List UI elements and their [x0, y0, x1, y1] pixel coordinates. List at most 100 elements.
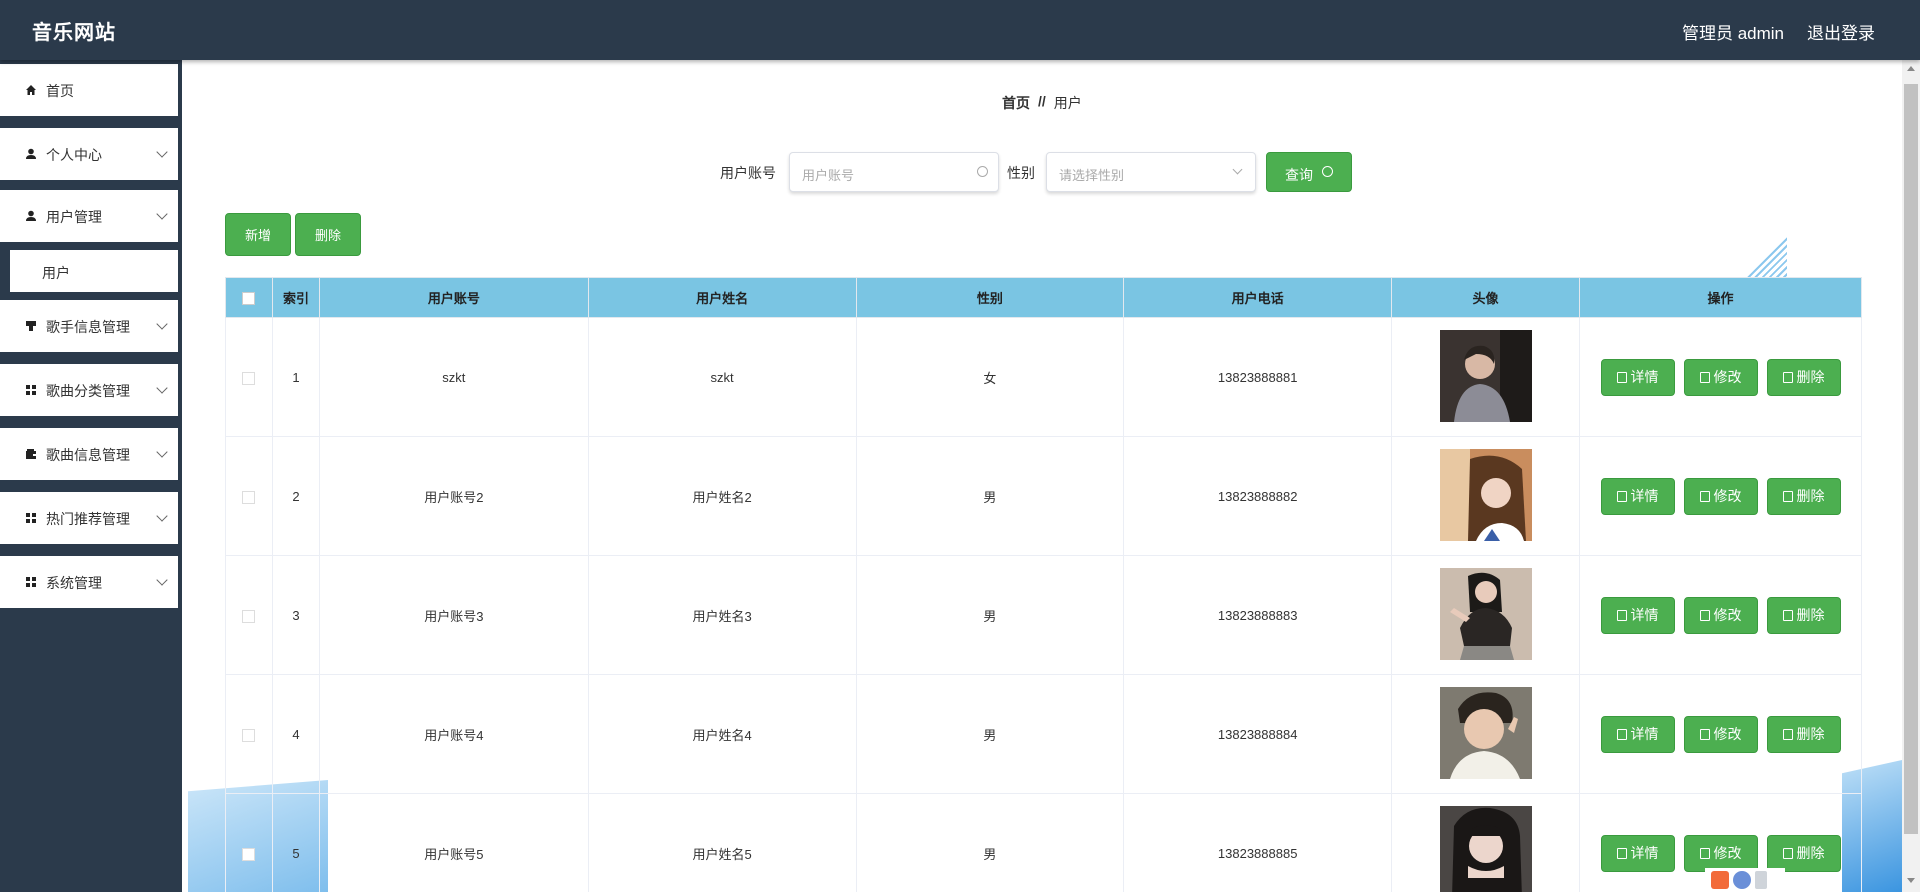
- delete-button[interactable]: 删除: [1766, 596, 1841, 634]
- user-icon: [26, 210, 36, 221]
- edit-icon: [1699, 728, 1710, 740]
- top-bar: 音乐网站 管理员 admin 退出登录: [0, 0, 1920, 60]
- scroll-thumb[interactable]: [1904, 84, 1918, 834]
- cell-index: 1: [271, 317, 320, 437]
- edit-button[interactable]: 修改: [1683, 358, 1758, 396]
- detail-button[interactable]: 详情: [1600, 358, 1675, 396]
- gender-label: 性别: [1007, 165, 1035, 181]
- sidebar-item-personal-center[interactable]: 个人中心: [0, 128, 178, 180]
- delete-button[interactable]: 删除: [1766, 715, 1841, 753]
- account-placeholder: 用户账号: [802, 168, 855, 183]
- delete-button-label: 删除: [1796, 607, 1825, 623]
- sidebar-item-label: 首页: [46, 83, 74, 99]
- sidebar-item-category-management[interactable]: 歌曲分类管理: [0, 364, 178, 416]
- table-row: 1 szkt szkt 女 13823888881 详情 修改 删除: [225, 317, 1862, 437]
- delete-button[interactable]: 删除: [1766, 358, 1841, 396]
- trash-icon: [1782, 371, 1793, 383]
- detail-button[interactable]: 详情: [1600, 477, 1675, 515]
- row-checkbox[interactable]: [242, 847, 256, 861]
- table-row: 5 用户账号5 用户姓名5 男 13823888885 详情 修改 删除: [225, 793, 1862, 892]
- settings-icon[interactable]: [1755, 871, 1767, 889]
- mic-icon: [26, 321, 36, 331]
- cell-index: 5: [271, 793, 320, 892]
- cell-account: 用户账号4: [318, 674, 589, 794]
- chevron-down-icon: [156, 208, 168, 220]
- document-icon: [1616, 609, 1627, 621]
- cell-name: 用户姓名3: [587, 555, 857, 675]
- avatar: [1439, 448, 1532, 541]
- edit-button-label: 修改: [1713, 726, 1742, 742]
- detail-button[interactable]: 详情: [1600, 834, 1675, 872]
- row-checkbox[interactable]: [242, 728, 256, 742]
- sidebar-item-hot-recommend-management[interactable]: 热门推荐管理: [0, 492, 178, 544]
- add-button[interactable]: 新增: [225, 213, 291, 256]
- edit-button[interactable]: 修改: [1683, 596, 1758, 634]
- cell-account: 用户账号3: [318, 555, 589, 675]
- sidebar-item-label: 歌曲分类管理: [46, 383, 130, 399]
- delete-button[interactable]: 删除: [1766, 477, 1841, 515]
- cell-index: 4: [271, 674, 320, 794]
- logout-link[interactable]: 退出登录: [1807, 19, 1875, 44]
- table-row: 2 用户账号2 用户姓名2 男 13823888882 详情 修改 删除: [225, 436, 1862, 556]
- document-icon: [1616, 490, 1627, 502]
- table-header-row: 索引 用户账号 用户姓名 性别 用户电话 头像 操作: [225, 277, 1862, 318]
- grid-icon: [26, 385, 36, 395]
- grid-icon: [26, 577, 36, 587]
- query-button-label: 查询: [1285, 167, 1313, 183]
- cell-phone: 13823888884: [1123, 674, 1393, 794]
- query-button[interactable]: 查询: [1266, 152, 1352, 192]
- select-all-checkbox[interactable]: [225, 277, 273, 318]
- sidebar-item-song-management[interactable]: 歌曲信息管理: [0, 428, 178, 480]
- row-checkbox[interactable]: [242, 371, 256, 385]
- scroll-down-arrow-icon[interactable]: [1907, 878, 1915, 883]
- sidebar-subitem-user[interactable]: 用户: [10, 250, 178, 292]
- cell-account: 用户账号5: [318, 793, 589, 892]
- user-table: 索引 用户账号 用户姓名 性别 用户电话 头像 操作 1 szkt szkt 女…: [225, 277, 1862, 892]
- column-header: 用户姓名: [587, 277, 857, 318]
- sidebar-item-home[interactable]: 首页: [0, 64, 178, 116]
- detail-button-label: 详情: [1630, 607, 1659, 623]
- breadcrumb-home[interactable]: 首页: [1002, 93, 1030, 113]
- detail-button[interactable]: 详情: [1600, 715, 1675, 753]
- sidebar-subitem-label: 用户: [42, 265, 70, 281]
- gender-select[interactable]: 请选择性别: [1046, 152, 1256, 192]
- cell-gender: 男: [855, 674, 1125, 794]
- delete-button-label: 删除: [1796, 845, 1825, 861]
- column-header: 用户电话: [1123, 277, 1393, 318]
- search-icon: [1322, 166, 1333, 177]
- delete-button[interactable]: 删除: [1766, 834, 1841, 872]
- chevron-down-icon: [156, 146, 168, 158]
- edit-button[interactable]: 修改: [1683, 477, 1758, 515]
- help-icon[interactable]: [1733, 871, 1751, 889]
- document-icon: [1616, 371, 1627, 383]
- admin-account-link[interactable]: 管理员 admin: [1682, 19, 1784, 44]
- row-checkbox[interactable]: [242, 609, 256, 623]
- scroll-up-arrow-icon[interactable]: [1907, 66, 1915, 71]
- avatar: [1439, 329, 1532, 422]
- home-icon: [26, 85, 36, 95]
- batch-delete-button[interactable]: 删除: [295, 213, 361, 256]
- detail-button[interactable]: 详情: [1600, 596, 1675, 634]
- sidebar-item-singer-management[interactable]: 歌手信息管理: [0, 300, 178, 352]
- cell-name: 用户姓名4: [587, 674, 857, 794]
- edit-button[interactable]: 修改: [1683, 715, 1758, 753]
- sidebar-item-label: 用户管理: [46, 209, 102, 225]
- vertical-scrollbar[interactable]: [1902, 60, 1920, 892]
- trash-icon: [1782, 490, 1793, 502]
- edit-button[interactable]: 修改: [1683, 834, 1758, 872]
- cell-name: szkt: [587, 317, 857, 437]
- sidebar-item-system-management[interactable]: 系统管理: [0, 556, 178, 608]
- column-header: 用户账号: [318, 277, 589, 318]
- floating-toolbar: [1705, 868, 1785, 892]
- column-header: 性别: [855, 277, 1125, 318]
- account-search-input[interactable]: 用户账号: [789, 152, 999, 192]
- cell-index: 3: [271, 555, 320, 675]
- table-row: 4 用户账号4 用户姓名4 男 13823888884 详情 修改 删除: [225, 674, 1862, 794]
- row-checkbox[interactable]: [242, 490, 256, 504]
- breadcrumb-current: 用户: [1053, 95, 1082, 111]
- column-header: 操作: [1579, 277, 1862, 318]
- sidebar-item-user-management[interactable]: 用户管理: [0, 190, 178, 242]
- input-method-icon[interactable]: [1711, 871, 1729, 889]
- cell-phone: 13823888883: [1123, 555, 1393, 675]
- site-title: 音乐网站: [32, 22, 116, 44]
